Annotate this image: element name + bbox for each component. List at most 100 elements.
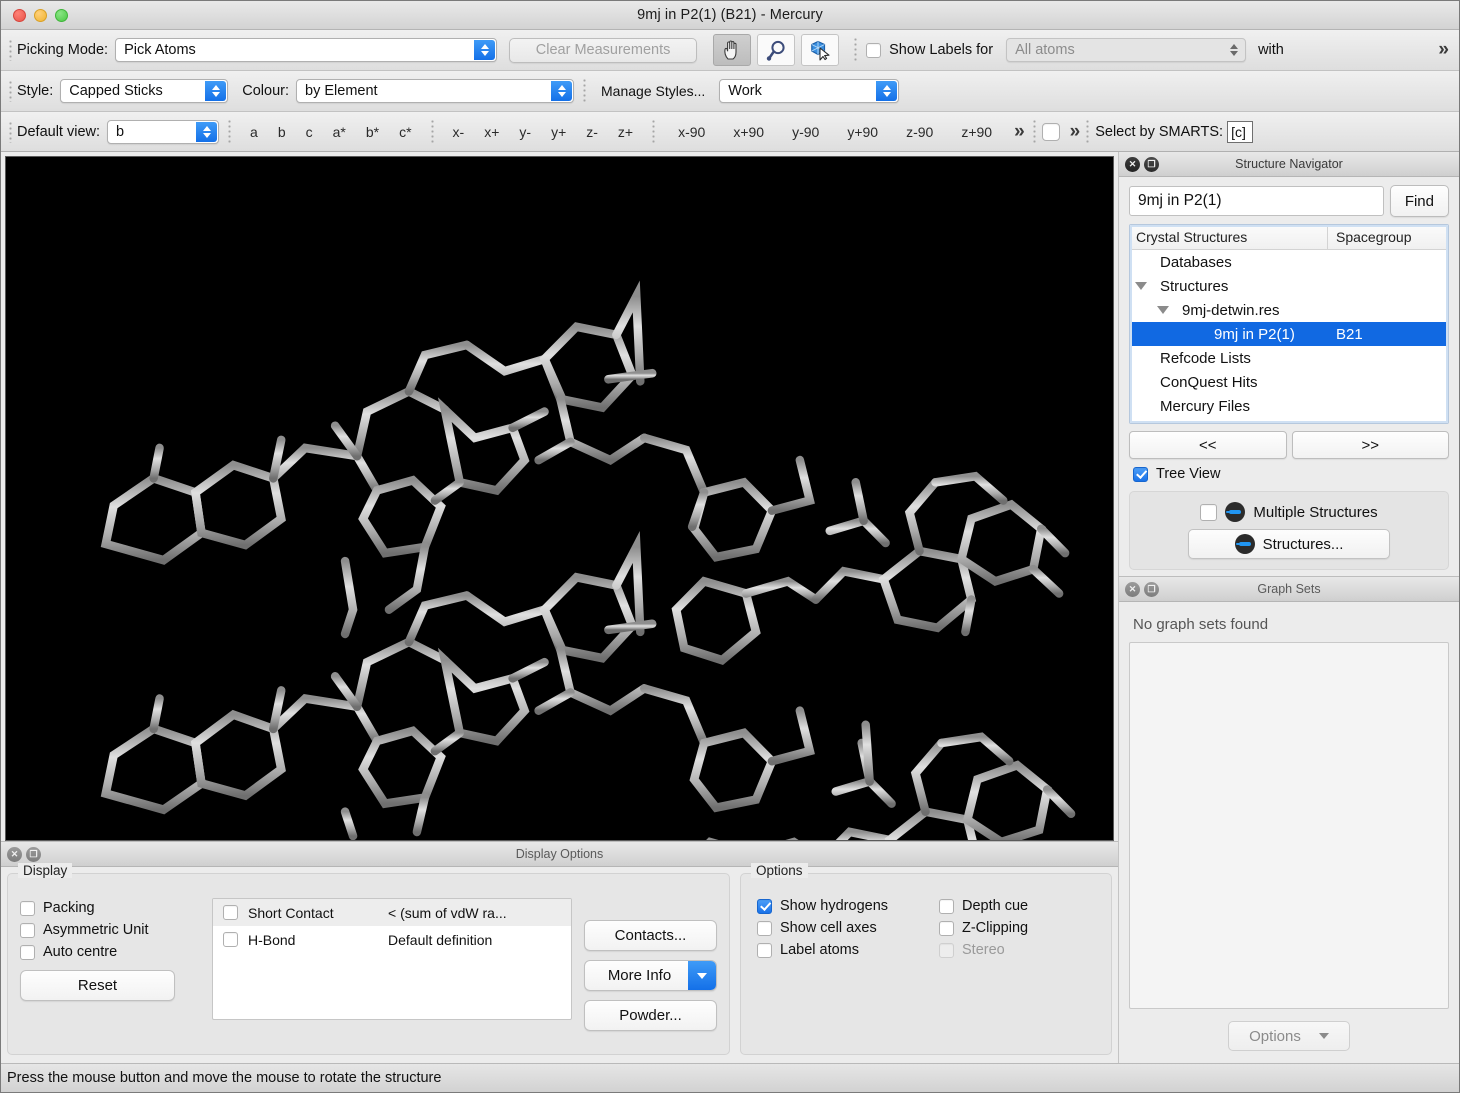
multiple-structures-checkbox[interactable] xyxy=(1200,503,1218,521)
rotate-y-plus-90[interactable]: y+90 xyxy=(833,124,892,140)
powder-button[interactable]: Powder... xyxy=(584,1000,717,1031)
label-atoms-checkbox[interactable] xyxy=(757,942,772,958)
pick-molecule-icon[interactable] xyxy=(801,34,840,66)
table-row[interactable]: Short Contact < (sum of vdW ra... xyxy=(213,899,571,926)
search-input[interactable]: 9mj in P2(1) xyxy=(1129,186,1384,216)
rotate-y-minus-90[interactable]: y-90 xyxy=(778,124,833,140)
extra-checkbox[interactable] xyxy=(1041,122,1060,141)
contacts-table[interactable]: Short Contact < (sum of vdW ra... H-Bond… xyxy=(212,898,572,1020)
graph-sets-list[interactable] xyxy=(1129,642,1449,1009)
colour-select[interactable]: by Element xyxy=(296,79,575,103)
chevron-down-icon[interactable] xyxy=(1152,306,1174,314)
stepper-icon[interactable] xyxy=(474,40,496,60)
default-view-select[interactable]: b xyxy=(107,119,220,144)
chevron-down-icon[interactable] xyxy=(688,961,716,990)
asymmetric-unit-row[interactable]: Asymmetric Unit xyxy=(20,922,200,938)
view-axis-a-star[interactable]: a* xyxy=(323,124,356,140)
view-dir-z-plus[interactable]: z+ xyxy=(608,124,643,140)
more-info-button[interactable]: More Info xyxy=(584,960,717,991)
view-dir-y-plus[interactable]: y+ xyxy=(541,124,576,140)
graph-sets-options-button[interactable]: Options xyxy=(1228,1021,1350,1051)
table-row[interactable]: H-Bond Default definition xyxy=(213,926,571,953)
tree-item-9mj-detwin-res[interactable]: 9mj-detwin.res xyxy=(1130,298,1448,322)
view-overflow-icon[interactable]: » xyxy=(1014,121,1024,143)
toolbar-grip-icon[interactable] xyxy=(9,120,12,143)
depth-cue-row[interactable]: Depth cue xyxy=(939,898,1089,914)
style-set-select[interactable]: Work xyxy=(719,79,900,103)
view-dir-z-minus[interactable]: z- xyxy=(576,124,608,140)
view-axis-a[interactable]: a xyxy=(240,124,268,140)
find-button[interactable]: Find xyxy=(1389,185,1449,217)
view-axis-b[interactable]: b xyxy=(268,124,296,140)
close-panel-icon[interactable]: ✕ xyxy=(1125,581,1140,597)
stepper-icon[interactable] xyxy=(205,81,227,101)
toolbar-grip-icon[interactable] xyxy=(9,39,12,61)
tree-item-mercury-files[interactable]: Mercury Files xyxy=(1130,394,1448,418)
hand-glyph xyxy=(724,40,737,60)
tree-item-databases[interactable]: Databases xyxy=(1130,250,1448,274)
view-axis-c[interactable]: c xyxy=(296,124,323,140)
h-bond-checkbox[interactable] xyxy=(223,932,238,947)
float-panel-icon[interactable]: ❐ xyxy=(1144,156,1159,172)
show-cell-axes-row[interactable]: Show cell axes xyxy=(757,920,927,936)
manage-styles-button[interactable]: Manage Styles... xyxy=(595,80,711,102)
asymmetric-unit-checkbox[interactable] xyxy=(20,922,35,938)
clear-measurements-button[interactable]: Clear Measurements xyxy=(509,37,698,63)
tree-view-row[interactable]: Tree View xyxy=(1133,466,1449,482)
tree-item-refcode-lists[interactable]: Refcode Lists xyxy=(1130,346,1448,370)
label-atoms-row[interactable]: Label atoms xyxy=(757,942,927,958)
auto-centre-row[interactable]: Auto centre xyxy=(20,944,200,960)
show-hydrogens-row[interactable]: Show hydrogens xyxy=(757,898,927,914)
stepper-icon[interactable] xyxy=(551,81,573,101)
close-panel-icon[interactable]: ✕ xyxy=(7,846,22,862)
toolbar-overflow-icon[interactable]: » xyxy=(1438,39,1448,61)
show-labels-checkbox[interactable] xyxy=(866,42,882,58)
picking-mode-select[interactable]: Pick Atoms xyxy=(115,38,498,62)
float-panel-icon[interactable]: ❐ xyxy=(26,846,41,862)
show-hydrogens-checkbox[interactable] xyxy=(757,898,772,914)
structure-tree[interactable]: Crystal Structures Spacegroup Databases … xyxy=(1129,224,1449,424)
rotate-x-minus-90[interactable]: x-90 xyxy=(664,124,719,140)
float-panel-icon[interactable]: ❐ xyxy=(1144,581,1159,597)
previous-button[interactable]: << xyxy=(1129,431,1287,459)
auto-centre-checkbox[interactable] xyxy=(20,944,35,960)
short-contact-checkbox[interactable] xyxy=(223,905,238,920)
reset-button[interactable]: Reset xyxy=(20,970,175,1001)
stepper-icon[interactable] xyxy=(1223,40,1244,60)
view-dir-x-plus[interactable]: x+ xyxy=(474,124,509,140)
next-button[interactable]: >> xyxy=(1291,431,1449,459)
tree-item-structures[interactable]: Structures xyxy=(1130,274,1448,298)
tree-item-conquest-hits[interactable]: ConQuest Hits xyxy=(1130,370,1448,394)
smarts-input[interactable]: [c] xyxy=(1227,120,1254,143)
style-select[interactable]: Capped Sticks xyxy=(60,79,229,103)
rotate-x-plus-90[interactable]: x+90 xyxy=(719,124,778,140)
molecule-viewport[interactable] xyxy=(5,156,1114,841)
label-target-select[interactable]: All atoms xyxy=(1006,38,1247,62)
stepper-icon[interactable] xyxy=(876,81,898,101)
chevron-down-icon[interactable] xyxy=(1130,282,1152,290)
smarts-overflow-icon[interactable]: » xyxy=(1070,121,1080,143)
contacts-button[interactable]: Contacts... xyxy=(584,920,717,951)
z-clipping-checkbox[interactable] xyxy=(939,920,954,936)
depth-cue-checkbox[interactable] xyxy=(939,898,954,914)
multiple-structures-label: Multiple Structures xyxy=(1253,503,1378,521)
view-axis-b-star[interactable]: b* xyxy=(356,124,389,140)
tree-view-checkbox[interactable] xyxy=(1133,466,1148,482)
rotate-z-minus-90[interactable]: z-90 xyxy=(892,124,947,140)
view-dir-y-minus[interactable]: y- xyxy=(509,124,541,140)
view-dir-x-minus[interactable]: x- xyxy=(443,124,475,140)
stepper-icon[interactable] xyxy=(196,121,218,142)
packing-row[interactable]: Packing xyxy=(20,900,200,916)
toolbar-grip-icon[interactable] xyxy=(9,80,12,102)
multiple-structures-row[interactable]: Multiple Structures xyxy=(1200,502,1378,522)
structures-button[interactable]: Structures... xyxy=(1188,529,1390,559)
tree-item-9mj-in-p21[interactable]: 9mj in P2(1) B21 xyxy=(1130,322,1448,346)
magnifier-icon[interactable] xyxy=(757,34,796,66)
z-clipping-row[interactable]: Z-Clipping xyxy=(939,920,1089,936)
hand-icon[interactable] xyxy=(713,34,752,66)
close-panel-icon[interactable]: ✕ xyxy=(1125,156,1140,172)
packing-checkbox[interactable] xyxy=(20,900,35,916)
rotate-z-plus-90[interactable]: z+90 xyxy=(947,124,1006,140)
view-axis-c-star[interactable]: c* xyxy=(389,124,421,140)
show-cell-axes-checkbox[interactable] xyxy=(757,920,772,936)
